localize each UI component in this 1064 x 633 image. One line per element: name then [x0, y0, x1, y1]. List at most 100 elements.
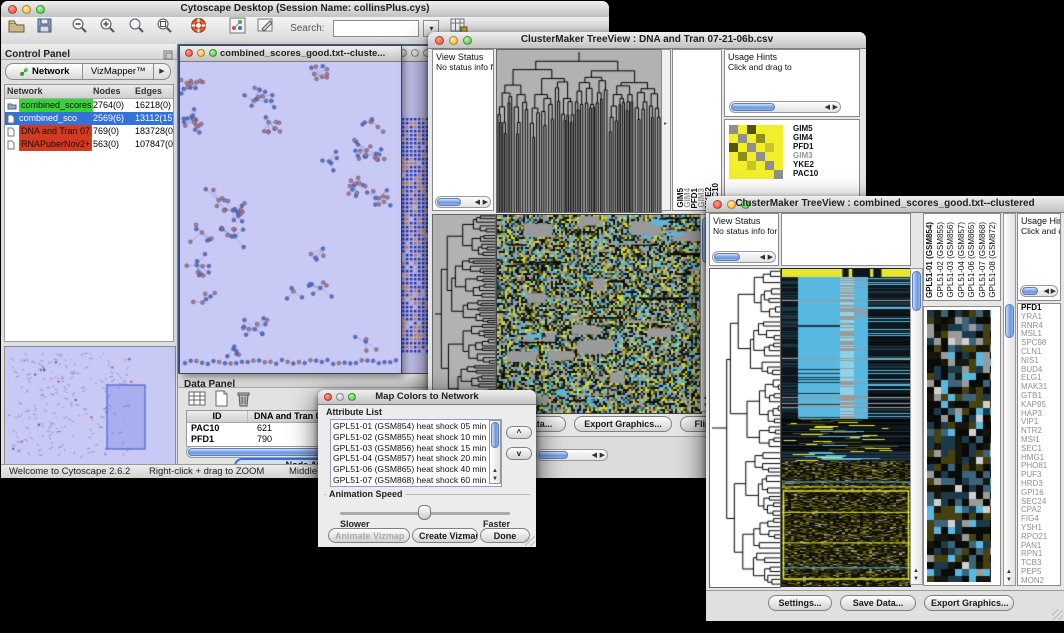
move-down-button[interactable]: v — [506, 447, 532, 460]
done-button[interactable]: Done — [480, 528, 530, 543]
annotation-icon[interactable] — [257, 17, 275, 39]
attribute-item[interactable]: GPL51-04 (GSM857) heat shock 20 min — [333, 453, 488, 464]
tab-more-button[interactable]: ▶ — [154, 63, 171, 80]
create-vizmap-button[interactable]: Create Vizmap — [412, 528, 478, 543]
search-input[interactable] — [333, 20, 419, 37]
attribute-list-vscroll[interactable]: ▲▼ — [489, 420, 501, 484]
tv2-row-dendrogram[interactable] — [709, 268, 781, 588]
tv1-usage-hints-panel: Usage Hints Click and drag to ◀▶ — [724, 49, 860, 117]
animate-vizmap-button[interactable]: Animate Vizmap — [328, 528, 410, 543]
treeview2-title: ClusterMaker TreeView : combined_scores_… — [706, 198, 1064, 209]
tv1-usage-hscroll[interactable]: ◀▶ — [729, 101, 841, 113]
attribute-item[interactable]: GPL51-07 (GSM868) heat shock 60 min — [333, 475, 488, 486]
attribute-item[interactable]: GPL51-06 (GSM865) heat shock 40 min — [333, 464, 488, 475]
tv2-column-label[interactable]: GPL51-08 (GSM872) — [989, 222, 996, 298]
network-tab-icon — [19, 67, 29, 77]
birdseye-panel[interactable] — [4, 346, 176, 466]
zoom-selected-icon[interactable] — [156, 17, 174, 39]
network-table-row[interactable]: RNAPuberNov2+563(0)107847(0) — [5, 138, 173, 151]
network-table-row[interactable]: combined_sco2569(6)13112(15) — [5, 112, 173, 125]
new-attribute-icon[interactable] — [214, 390, 229, 412]
tv2-usage-hscroll[interactable]: ◀▶ — [1020, 285, 1058, 297]
tv2-column-label[interactable]: GPL51-02 (GSM855) — [937, 222, 944, 298]
tv2-column-label[interactable]: GPL51-04 (GSM857) — [958, 222, 965, 298]
tv2-usage-hints-panel: Usage Hints Click and drag to ◀▶ — [1017, 213, 1061, 301]
tv1-row-label[interactable]: YKE2 — [793, 160, 818, 169]
data-panel-title: Data Panel — [184, 379, 235, 390]
matrix-cell — [738, 161, 747, 170]
help-lifering-icon[interactable] — [190, 17, 208, 39]
matrix-cell — [765, 134, 774, 143]
export-graphics-button[interactable]: Export Graphics... — [574, 416, 672, 432]
birdseye-canvas[interactable] — [5, 347, 173, 463]
zoom-in-icon[interactable] — [99, 17, 117, 39]
tv1-summary-matrix[interactable] — [729, 125, 783, 179]
tv2-view-status-title: View Status — [710, 214, 778, 226]
vizmapper-icon[interactable] — [229, 17, 246, 39]
tv1-row-dendrogram[interactable] — [432, 214, 496, 414]
tv2-gene-vscroll[interactable]: ▲▼ — [1003, 213, 1016, 586]
tv1-row-label[interactable]: PAC10 — [793, 169, 818, 178]
export-graphics-button[interactable]: Export Graphics... — [924, 595, 1014, 611]
matrix-cell — [774, 152, 783, 161]
minimize-button[interactable] — [411, 49, 419, 57]
save-session-icon[interactable] — [36, 17, 53, 39]
tv2-column-label[interactable]: GPL51-06 (GSM865) — [968, 222, 975, 298]
save-data-button[interactable]: Save Data... — [840, 595, 916, 611]
gene-item[interactable]: MON2 — [1021, 577, 1060, 586]
tv1-heatmap-canvas[interactable] — [496, 214, 702, 414]
tv2-heatmap-vscroll[interactable]: ▲▼ — [910, 268, 923, 585]
tv2-column-label[interactable]: GPL51-03 (GSM856) — [947, 222, 954, 298]
network-table-row[interactable]: combined_scores2764(0)16218(0) — [5, 99, 173, 112]
tv1-column-dendrogram[interactable] — [496, 49, 662, 213]
minimize-button[interactable] — [197, 49, 205, 57]
tv2-status-hscroll[interactable]: ◀▶ — [712, 251, 776, 263]
tv1-column-labels: GIM5GIM4PFD1GIM3YKE2PAC10 — [672, 49, 722, 211]
matrix-cell — [774, 161, 783, 170]
network-table-header[interactable]: Edges — [135, 85, 173, 98]
open-session-icon[interactable] — [7, 17, 26, 39]
tv1-row-label[interactable]: GIM3 — [793, 151, 818, 160]
tv2-heatmap-canvas[interactable] — [781, 268, 911, 587]
attribute-item[interactable]: GPL51-03 (GSM856) heat shock 15 min — [333, 443, 488, 454]
tv2-column-labels: GPL51-01 (GSM854)GPL51-02 (GSM855)GPL51-… — [923, 213, 1001, 301]
attribute-select-icon[interactable] — [188, 391, 206, 412]
tv1-row-label[interactable]: GIM4 — [793, 133, 818, 142]
tv1-row-label[interactable]: PFD1 — [793, 142, 818, 151]
status-welcome: Welcome to Cytoscape 2.6.2 — [9, 466, 130, 477]
matrix-cell — [747, 125, 756, 134]
tv2-mini-heatmap[interactable] — [927, 310, 991, 582]
settings-button[interactable]: Settings... — [768, 595, 832, 611]
file-icon — [7, 114, 17, 123]
attribute-item[interactable]: GPL51-01 (GSM854) heat shock 05 min — [333, 421, 488, 432]
matrix-cell — [747, 152, 756, 161]
tv1-bottom-hscroll[interactable]: ◀▶ — [536, 449, 608, 461]
network-view-canvas[interactable] — [180, 62, 399, 372]
matrix-cell — [765, 125, 774, 134]
zoom-button[interactable] — [209, 49, 217, 57]
tv2-column-label[interactable]: GPL51-01 (GSM854) — [926, 222, 933, 298]
main-titlebar[interactable]: Cytoscape Desktop (Session Name: collins… — [1, 1, 609, 18]
zoom-fit-icon[interactable] — [128, 17, 146, 39]
tv1-row-label[interactable]: GIM5 — [793, 124, 818, 133]
network-table-header[interactable]: Network — [5, 85, 93, 98]
tab-vizmapper[interactable]: VizMapper™ — [83, 63, 154, 80]
animation-speed-label: Animation Speed — [326, 489, 406, 499]
data-col-id[interactable]: ID — [187, 411, 248, 422]
tv2-gene-list: PFD1YRA1RNR4MSL1SPC98CLN1NIS1BUD4ELG1MAK… — [1017, 303, 1061, 586]
network-table-header[interactable]: Nodes — [93, 85, 135, 98]
attribute-item[interactable]: GPL51-02 (GSM855) heat shock 10 min — [333, 432, 488, 443]
move-up-button[interactable]: ^ — [506, 426, 532, 439]
tv1-status-hscroll[interactable]: ◀▶ — [435, 196, 491, 208]
tab-network[interactable]: Network — [5, 63, 83, 80]
close-button[interactable] — [185, 49, 193, 57]
network-table-row[interactable]: DNA and Tran 07769(0)183728(0) — [5, 125, 173, 138]
delete-attribute-icon[interactable] — [236, 390, 251, 412]
zoom-out-icon[interactable] — [71, 17, 89, 39]
speed-slider-thumb[interactable] — [418, 505, 431, 520]
tv2-bottom-bar: Settings... Save Data... Export Graphics..… — [706, 590, 1064, 621]
status-zoom-hint: Right-click + drag to ZOOM — [149, 466, 264, 477]
tv1-col-scroll[interactable]: ▸ — [661, 49, 671, 211]
tv2-column-label[interactable]: GPL51-07 (GSM868) — [979, 222, 986, 298]
tv2-column-dendrogram[interactable] — [781, 213, 911, 266]
